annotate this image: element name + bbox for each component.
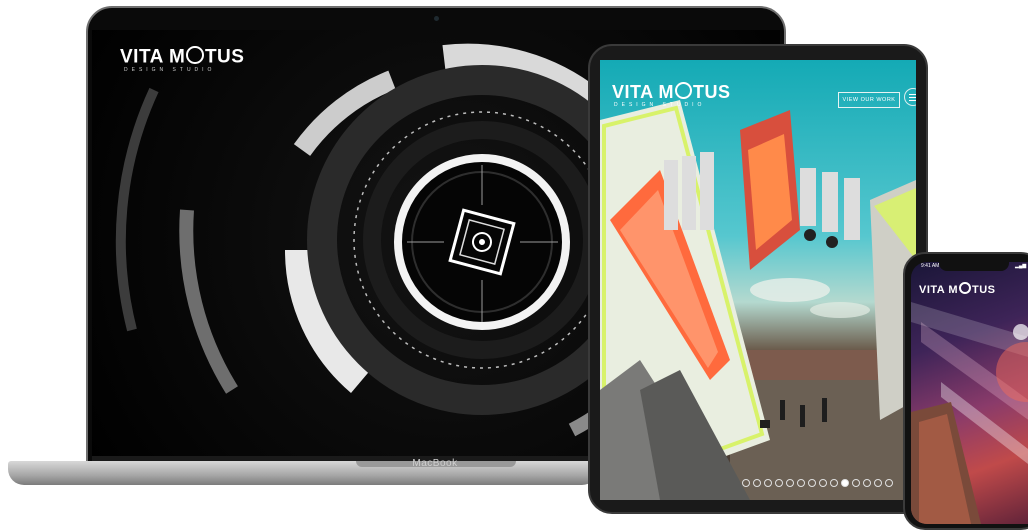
pagination-dot[interactable] — [874, 479, 882, 487]
laptop-logo-subtitle: DESIGN STUDIO — [124, 67, 216, 73]
pagination-dot[interactable] — [753, 479, 761, 487]
menu-icon[interactable] — [904, 88, 916, 106]
logo-text-2: TUS — [204, 46, 245, 68]
logo-eye-icon — [675, 82, 692, 99]
camera-icon — [434, 16, 439, 21]
view-our-work-button[interactable]: VIEW OUR WORK — [838, 92, 900, 108]
pagination-dot[interactable] — [885, 479, 893, 487]
concert-lights-image — [911, 302, 1028, 524]
logo-text-2: TUS — [692, 82, 731, 102]
logo-eye-icon — [959, 282, 971, 294]
pagination-dot[interactable] — [841, 479, 849, 487]
pagination-dot[interactable] — [819, 479, 827, 487]
pagination-dot[interactable] — [808, 479, 816, 487]
laptop-logo[interactable]: VITA M TUS — [120, 46, 244, 69]
tablet-logo[interactable]: VITA M TUS — [612, 82, 730, 103]
pagination-dot[interactable] — [775, 479, 783, 487]
tablet-device: VITA M TUS DESIGN STUDIO VIEW OUR WORK — [588, 44, 928, 514]
phone-logo[interactable]: VITA M TUS — [919, 282, 995, 296]
tablet-logo-subtitle: DESIGN STUDIO — [614, 102, 706, 108]
status-bar-icons: ▂▄▆ ◔ ▭ — [1015, 263, 1028, 269]
pagination-dot[interactable] — [742, 479, 750, 487]
slide-pagination — [742, 474, 896, 492]
pagination-dot[interactable] — [852, 479, 860, 487]
pagination-dot[interactable] — [786, 479, 794, 487]
phone-device: 9:41 AM ▂▄▆ ◔ ▭ VITA M TUS — [903, 252, 1028, 530]
macbook-label: MacBook — [412, 458, 458, 469]
pagination-dot[interactable] — [764, 479, 772, 487]
pagination-dot[interactable] — [830, 479, 838, 487]
logo-text-1: VITA M — [919, 283, 959, 296]
tablet-screen: VITA M TUS DESIGN STUDIO VIEW OUR WORK — [600, 60, 916, 500]
phone-screen: 9:41 AM ▂▄▆ ◔ ▭ VITA M TUS — [911, 262, 1028, 524]
logo-text-1: VITA M — [120, 46, 186, 68]
logo-text-2: TUS — [971, 283, 996, 296]
status-bar-time: 9:41 AM — [921, 263, 940, 269]
logo-eye-icon — [186, 46, 204, 64]
phone-notch — [939, 262, 1009, 271]
festival-stage-image — [600, 100, 916, 500]
logo-text-1: VITA M — [612, 82, 674, 102]
pagination-dot[interactable] — [797, 479, 805, 487]
pagination-dot[interactable] — [863, 479, 871, 487]
